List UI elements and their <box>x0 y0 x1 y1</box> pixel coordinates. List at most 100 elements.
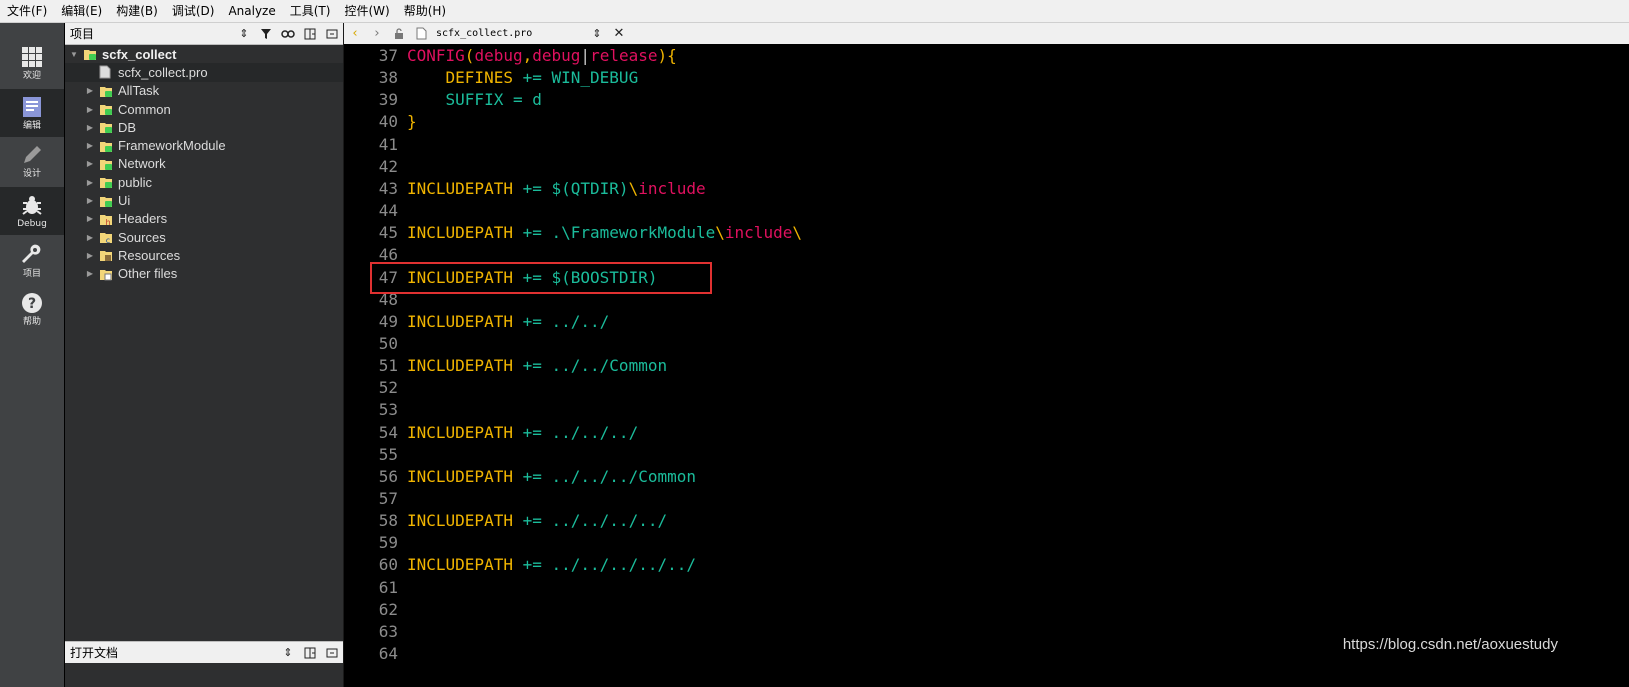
filter-icon[interactable] <box>255 23 277 44</box>
menu-item[interactable]: 控件(W) <box>337 0 396 22</box>
lock-icon[interactable] <box>388 23 410 44</box>
chevron-right-icon[interactable]: ▶ <box>85 250 95 260</box>
mode-2[interactable]: 设计 <box>0 137 64 185</box>
code-token: += <box>522 178 552 198</box>
tree-item[interactable]: ▶ AllTask <box>65 82 343 100</box>
mode-1[interactable]: 编辑 <box>0 89 64 137</box>
project-pane-title[interactable]: 项目 <box>65 25 233 42</box>
code-line[interactable]: CONFIG(debug,debug|release){ <box>407 46 677 66</box>
menu-item[interactable]: 工具(T) <box>283 0 338 22</box>
chevron-right-icon[interactable]: ▶ <box>85 269 95 279</box>
project-pane: 项目 ⇕ ▼ scfx_collect scfx_collect.pro ▶ AllTa… <box>65 23 343 687</box>
tree-item-label: Resources <box>118 247 181 263</box>
code-line[interactable]: INCLUDEPATH += ../../../../ <box>407 511 667 531</box>
menu-item[interactable]: 调试(D) <box>165 0 222 22</box>
tree-item-label: scfx_collect <box>102 46 177 62</box>
code-line[interactable]: INCLUDEPATH += ../../../../../ <box>407 555 696 575</box>
tree-item-label: Headers <box>118 211 168 227</box>
mode-0[interactable]: 欢迎 <box>0 39 64 87</box>
code-editor[interactable]: CONFIG(debug,debug|release){ DEFINES += … <box>402 44 1629 687</box>
code-token: $(QTDIR) <box>551 178 629 198</box>
tree-root[interactable]: ▼ scfx_collect <box>65 45 343 63</box>
tree-item-label: AllTask <box>118 83 160 99</box>
tree-item[interactable]: ▶ h Headers <box>65 210 343 228</box>
mode-4[interactable]: 项目 <box>0 237 64 285</box>
chevron-right-icon[interactable]: ▶ <box>85 196 95 206</box>
chevron-right-icon[interactable]: ▶ <box>85 86 95 96</box>
menu-item[interactable]: Analyze <box>221 0 282 22</box>
mode-3[interactable]: Debug <box>0 187 64 235</box>
tree-item[interactable]: ▶ Common <box>65 100 343 118</box>
menu-item[interactable]: 构建(B) <box>109 0 165 22</box>
open-documents-title[interactable]: 打开文档 <box>65 644 277 661</box>
split-view-icon[interactable] <box>299 642 321 663</box>
view-selector-arrows-icon[interactable]: ⇕ <box>233 23 255 44</box>
line-number: 62 <box>378 599 398 619</box>
forward-arrow-icon[interactable]: › <box>366 23 388 44</box>
code-token: += <box>522 555 552 575</box>
mode-5[interactable]: ? 帮助 <box>0 285 64 333</box>
chevron-right-icon[interactable]: ▶ <box>85 104 95 114</box>
code-token: INCLUDEPATH <box>407 223 523 243</box>
code-token: += <box>522 223 552 243</box>
menu-item[interactable]: 帮助(H) <box>397 0 453 22</box>
split-view-icon[interactable] <box>299 23 321 44</box>
code-line[interactable]: INCLUDEPATH += ../../../ <box>407 423 638 443</box>
tree-item[interactable]: ▶ FrameworkModule <box>65 136 343 154</box>
code-line[interactable]: INCLUDEPATH += .\FrameworkModule\include… <box>407 223 802 243</box>
chevron-right-icon[interactable]: ▶ <box>85 214 95 224</box>
code-line[interactable]: INCLUDEPATH += ../../ <box>407 312 609 332</box>
code-token: release <box>590 46 658 65</box>
project-folder-icon <box>99 102 113 116</box>
chevron-right-icon[interactable]: ▶ <box>85 122 95 132</box>
view-selector-arrows-icon[interactable]: ⇕ <box>277 642 299 663</box>
menu-item[interactable]: 文件(F) <box>0 0 54 22</box>
chevron-down-icon[interactable]: ▼ <box>69 49 79 59</box>
code-line[interactable]: INCLUDEPATH += $(QTDIR)\include <box>407 179 706 199</box>
line-number: 40 <box>378 112 398 132</box>
chevron-right-icon[interactable]: ▶ <box>85 159 95 169</box>
code-line[interactable]: SUFFIX = d <box>407 90 542 110</box>
chevron-right-icon[interactable]: ▶ <box>85 232 95 242</box>
code-line[interactable]: INCLUDEPATH += ../../Common <box>407 356 667 376</box>
code-token: \ <box>792 223 802 243</box>
code-token: ../../../ <box>551 422 639 442</box>
line-number: 59 <box>378 533 398 553</box>
tree-item[interactable]: ▶ Ui <box>65 191 343 209</box>
code-token: += <box>522 422 552 442</box>
open-file-name[interactable]: scfx_collect.pro <box>436 28 586 39</box>
tree-item[interactable]: ▶ DB <box>65 118 343 136</box>
code-token: \ <box>715 223 725 243</box>
line-number-gutter: 37 38 39 40 41 42 43 44 45 46 47 48 49 50 51 52 53 54 55 56… <box>344 44 402 687</box>
tree-item[interactable]: ▶ Resources <box>65 246 343 264</box>
tree-item[interactable]: scfx_collect.pro <box>65 63 343 82</box>
code-token: += <box>522 356 552 376</box>
tree-item[interactable]: ▶ c Sources <box>65 228 343 246</box>
line-number: 64 <box>378 644 398 664</box>
code-token: debug <box>474 46 523 65</box>
code-line[interactable]: INCLUDEPATH += ../../../Common <box>407 467 696 487</box>
line-number: 43 <box>378 178 398 198</box>
chevron-right-icon[interactable]: ▶ <box>85 177 95 187</box>
project-folder-icon <box>99 139 113 153</box>
line-number: 44 <box>378 201 398 221</box>
code-token: += <box>522 68 552 88</box>
back-arrow-icon[interactable]: ‹ <box>344 23 366 44</box>
svg-text:?: ? <box>28 296 36 312</box>
file-selector-arrows-icon[interactable]: ⇕ <box>586 23 608 44</box>
code-token: ../../../../../ <box>551 555 697 575</box>
chevron-right-icon[interactable]: ▶ <box>85 141 95 151</box>
link-icon[interactable] <box>277 23 299 44</box>
code-token: .\FrameworkModule <box>551 223 716 243</box>
code-token: } <box>407 112 417 132</box>
code-token: ../../ <box>551 311 610 331</box>
close-file-icon[interactable]: ✕ <box>608 23 630 44</box>
code-line[interactable]: } <box>407 112 417 132</box>
menu-item[interactable]: 编辑(E) <box>54 0 109 22</box>
code-line[interactable]: DEFINES += WIN_DEBUG <box>407 68 639 88</box>
close-pane-icon[interactable] <box>321 642 343 663</box>
close-pane-icon[interactable] <box>321 23 343 44</box>
tree-item[interactable]: ▶ Other files <box>65 265 343 283</box>
tree-item[interactable]: ▶ Network <box>65 155 343 173</box>
tree-item[interactable]: ▶ public <box>65 173 343 191</box>
